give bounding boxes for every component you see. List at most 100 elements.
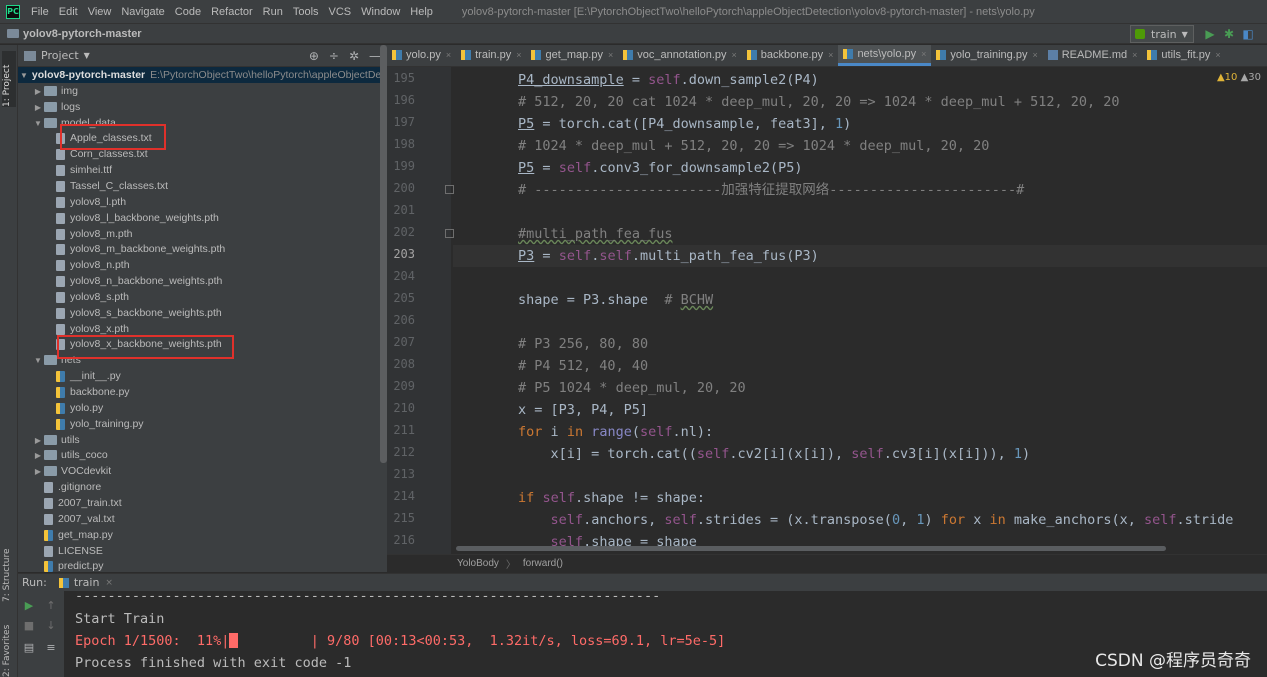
tree-item-label: yolo_training.py xyxy=(70,418,144,430)
code-editor[interactable]: 195 196 197 198 199 200 201 202 203 204 205 206 207 2… xyxy=(387,67,1267,554)
chevron-down-icon[interactable]: ▼ xyxy=(84,51,90,60)
tree-file[interactable]: backbone.py xyxy=(18,384,387,400)
chevron-right-icon[interactable]: ▶ xyxy=(32,436,44,445)
close-icon[interactable]: × xyxy=(446,50,451,60)
close-icon[interactable]: × xyxy=(608,50,613,60)
tree-file[interactable]: yolov8_n.pth xyxy=(18,257,387,273)
editor-tab[interactable]: backbone.py × xyxy=(742,45,839,66)
chevron-right-icon[interactable]: ▶ xyxy=(32,103,44,112)
close-icon[interactable]: × xyxy=(828,50,833,60)
soft-wrap-icon[interactable]: ≡ xyxy=(44,641,58,655)
stop-icon[interactable]: ■ xyxy=(22,619,36,633)
tree-folder[interactable]: ▶ img xyxy=(18,83,387,99)
tree-file[interactable]: 2007_val.txt xyxy=(18,511,387,527)
tree-file[interactable]: .gitignore xyxy=(18,479,387,495)
menu-view[interactable]: View xyxy=(83,6,117,18)
run-icon[interactable]: ▶ xyxy=(1203,27,1217,41)
tree-file[interactable]: yolo.py xyxy=(18,400,387,416)
chevron-right-icon[interactable]: ▶ xyxy=(32,451,44,460)
tree-folder[interactable]: ▶ utils xyxy=(18,432,387,448)
project-panel: Project ▼ ⊕ ÷ ✲ — ▼ yolov8-pytorch-maste… xyxy=(18,45,387,572)
collapse-all-icon[interactable]: ÷ xyxy=(329,49,339,63)
tree-file[interactable]: simhei.ttf xyxy=(18,162,387,178)
menu-file[interactable]: File xyxy=(26,6,54,18)
editor-tab[interactable]: yolo_training.py × xyxy=(931,45,1042,66)
breadcrumb-class[interactable]: YoloBody xyxy=(457,558,499,569)
python-file-icon xyxy=(936,50,947,60)
menu-vcs[interactable]: VCS xyxy=(324,6,357,18)
tree-file[interactable]: Tassel_C_classes.txt xyxy=(18,178,387,194)
arrow-up-icon[interactable]: ↑ xyxy=(44,599,58,613)
project-tool-tab[interactable]: 1: Project xyxy=(2,51,16,107)
gear-icon[interactable]: ✲ xyxy=(349,49,359,63)
tree-file[interactable]: get_map.py xyxy=(18,527,387,543)
code-line: x[i] = torch.cat((self.cv2[i](x[i]), sel… xyxy=(453,446,1031,462)
close-icon[interactable]: × xyxy=(1032,50,1037,60)
editor-tab[interactable]: get_map.py × xyxy=(526,45,618,66)
tree-item-label: yolov8_s_backbone_weights.pth xyxy=(70,307,222,319)
editor-tab[interactable]: yolo.py × xyxy=(387,45,456,66)
structure-tool-tab[interactable]: 7: Structure xyxy=(2,542,16,603)
menu-code[interactable]: Code xyxy=(170,6,206,18)
locate-file-icon[interactable]: ⊕ xyxy=(309,49,319,63)
tree-file[interactable]: predict.py xyxy=(18,558,387,572)
menu-tools[interactable]: Tools xyxy=(288,6,324,18)
tree-file[interactable]: 2007_train.txt xyxy=(18,495,387,511)
chevron-down-icon[interactable]: ▼ xyxy=(20,71,28,80)
menu-window[interactable]: Window xyxy=(356,6,405,18)
editor-tab-label: yolo.py xyxy=(406,49,441,61)
menu-help[interactable]: Help xyxy=(405,6,438,18)
close-icon[interactable]: × xyxy=(105,578,113,588)
tree-file[interactable]: yolov8_l.pth xyxy=(18,194,387,210)
arrow-down-icon[interactable]: ↓ xyxy=(44,619,58,633)
close-icon[interactable]: × xyxy=(516,50,521,60)
tree-file[interactable]: yolo_training.py xyxy=(18,416,387,432)
chevron-right-icon[interactable]: ▶ xyxy=(32,87,44,96)
tree-folder[interactable]: ▶ VOCdevkit xyxy=(18,463,387,479)
project-panel-title[interactable]: Project xyxy=(41,49,79,62)
favorites-tool-tab[interactable]: 2: Favorites xyxy=(2,617,16,677)
tree-root[interactable]: ▼ yolov8-pytorch-master E:\PytorchObject… xyxy=(18,67,387,83)
chevron-down-icon[interactable]: ▼ xyxy=(32,356,44,365)
editor-tab[interactable]: train.py × xyxy=(456,45,526,66)
menu-run[interactable]: Run xyxy=(258,6,288,18)
close-icon[interactable]: × xyxy=(921,49,926,59)
tree-file[interactable]: yolov8_s.pth xyxy=(18,289,387,305)
tree-item-label: yolov8_m_backbone_weights.pth xyxy=(70,243,226,255)
tree-file[interactable]: yolov8_l_backbone_weights.pth xyxy=(18,210,387,226)
tree-file[interactable]: __init__.py xyxy=(18,368,387,384)
close-icon[interactable]: × xyxy=(1215,50,1220,60)
editor-tab[interactable]: README.md × xyxy=(1043,45,1143,66)
line-number: 202 xyxy=(393,225,415,239)
close-icon[interactable]: × xyxy=(1132,50,1137,60)
close-icon[interactable]: × xyxy=(732,50,737,60)
debug-icon[interactable]: ✱ xyxy=(1222,27,1236,41)
menu-navigate[interactable]: Navigate xyxy=(116,6,169,18)
python-file-icon xyxy=(44,560,53,572)
editor-tab[interactable]: nets\yolo.py × xyxy=(838,45,932,66)
chevron-down-icon[interactable]: ▼ xyxy=(32,119,44,128)
tree-file[interactable]: yolov8_n_backbone_weights.pth xyxy=(18,273,387,289)
breadcrumb-method[interactable]: forward() xyxy=(523,558,563,569)
menu-refactor[interactable]: Refactor xyxy=(206,6,258,18)
tree-file[interactable]: LICENSE xyxy=(18,543,387,559)
tree-file[interactable]: yolov8_s_backbone_weights.pth xyxy=(18,305,387,321)
tree-folder[interactable]: ▶ logs xyxy=(18,99,387,115)
layout-icon[interactable]: ▤ xyxy=(22,641,36,655)
chevron-right-icon[interactable]: ▶ xyxy=(32,467,44,476)
menu-edit[interactable]: Edit xyxy=(54,6,83,18)
coverage-icon[interactable]: ◧ xyxy=(1241,27,1255,41)
rerun-icon[interactable]: ▶ xyxy=(22,599,36,613)
run-configuration-select[interactable]: train ▼ xyxy=(1130,25,1194,43)
left-tool-strip: 1: Project 7: Structure 2: Favorites xyxy=(0,45,18,677)
folder-icon xyxy=(44,435,57,445)
editor-horizontal-scrollbar[interactable] xyxy=(456,546,1166,551)
project-breadcrumb[interactable]: yolov8-pytorch-master xyxy=(23,28,142,40)
editor-tab[interactable]: utils_fit.py × xyxy=(1142,45,1225,66)
project-scrollbar[interactable] xyxy=(380,45,387,463)
editor-tab[interactable]: voc_annotation.py × xyxy=(618,45,742,66)
tree-file[interactable]: yolov8_m_backbone_weights.pth xyxy=(18,241,387,257)
tree-folder[interactable]: ▶ utils_coco xyxy=(18,447,387,463)
tree-file[interactable]: yolov8_m.pth xyxy=(18,226,387,242)
run-console[interactable]: ----------------------------------------… xyxy=(64,588,1267,677)
